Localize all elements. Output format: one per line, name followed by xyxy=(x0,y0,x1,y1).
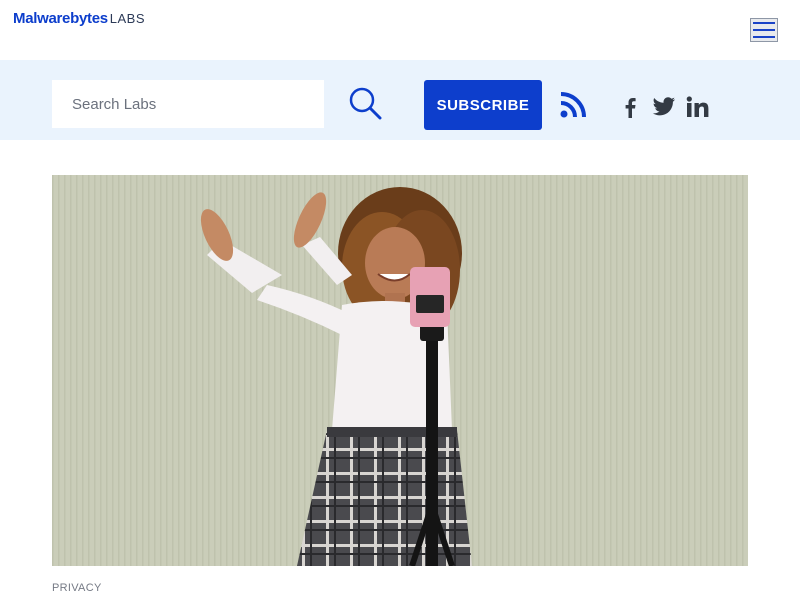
article-hero-image[interactable] xyxy=(52,175,748,566)
search-input[interactable] xyxy=(52,80,324,128)
rss-icon[interactable] xyxy=(560,92,586,118)
menu-line xyxy=(753,29,775,31)
facebook-icon[interactable] xyxy=(620,96,640,118)
subscribe-button[interactable]: SUBSCRIBE xyxy=(424,80,542,130)
hero-illustration xyxy=(52,175,748,566)
logo-brand: Malwarebytes xyxy=(13,10,108,27)
malwarebytes-labs-logo[interactable]: Malwarebytes LABS xyxy=(13,10,145,28)
menu-line xyxy=(753,22,775,24)
hamburger-menu-icon[interactable] xyxy=(750,18,778,42)
menu-line xyxy=(753,36,775,38)
logo-suffix: LABS xyxy=(109,11,146,26)
article-category[interactable]: PRIVACY xyxy=(52,582,102,594)
site-header: Malwarebytes LABS xyxy=(0,0,800,60)
search-subscribe-bar: SUBSCRIBE xyxy=(0,60,800,140)
twitter-icon[interactable] xyxy=(652,97,676,117)
search-icon[interactable] xyxy=(347,86,383,122)
linkedin-icon[interactable] xyxy=(686,96,710,118)
